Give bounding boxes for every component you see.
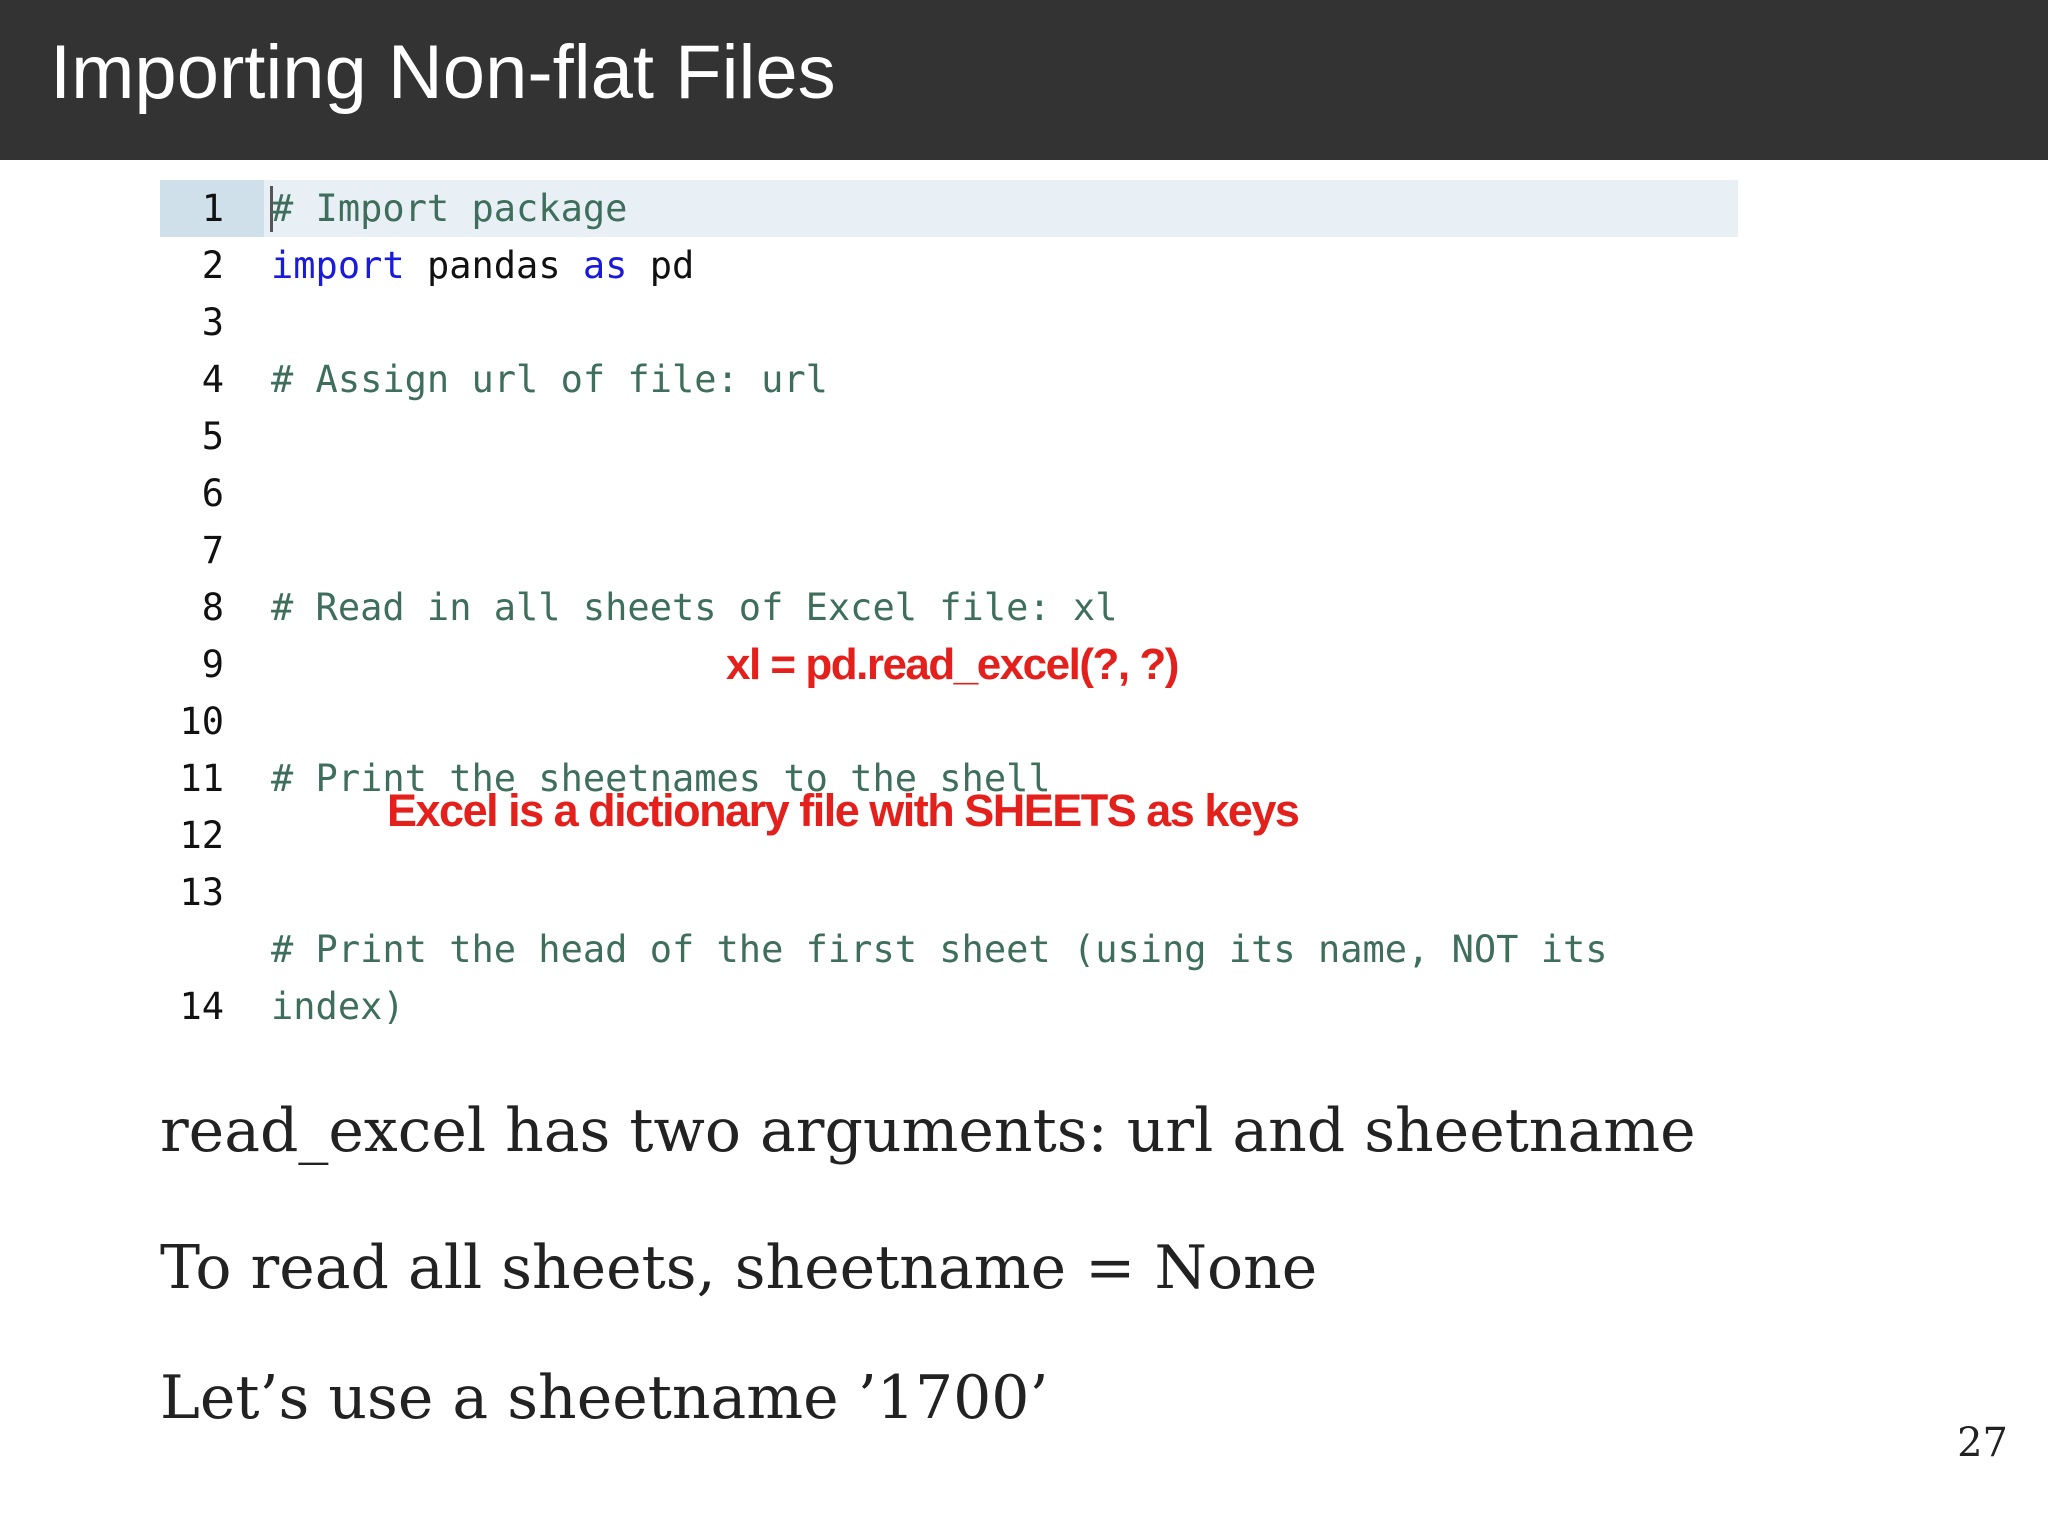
annotation-read-excel: xl = pd.read_excel(?, ?)	[726, 640, 1179, 689]
line-number: 1	[201, 187, 224, 230]
line-number: 6	[201, 472, 224, 515]
bullet-text: read_excel has two arguments: url and sh…	[160, 1096, 1696, 1166]
title-bar: Importing Non-flat Files	[0, 0, 2048, 160]
line-number: 11	[179, 757, 224, 800]
line-number: 9	[201, 643, 224, 686]
line-number: 14	[179, 985, 224, 1028]
line-number: 12	[179, 814, 224, 857]
line-number: 4	[201, 358, 224, 401]
line-number: 7	[201, 529, 224, 572]
code-line-comment-continued: index)	[271, 985, 405, 1028]
line-number: 13	[179, 871, 224, 914]
line-number: 3	[201, 301, 224, 344]
line-number: 2	[201, 244, 224, 287]
code-line-comment-read: # Read in all sheets of Excel file: xl	[271, 586, 1118, 629]
line-number: 5	[201, 415, 224, 458]
code-editor: 1 2 3 4 5 6 7 8 9 10 11 12 13 14 # Impor…	[160, 180, 1740, 1040]
bullet-text: Let’s use a sheetname ’1700’	[160, 1363, 1049, 1433]
annotation-dictionary: Excel is a dictionary file with SHEETS a…	[387, 785, 1300, 836]
page-number: 27	[1957, 1420, 2008, 1466]
code-line-comment-url: # Assign url of file: url	[271, 358, 828, 401]
code-line-comment-print-head: # Print the head of the first sheet (usi…	[271, 928, 1608, 971]
bullet-text: To read all sheets, sheetname = None	[160, 1233, 1318, 1303]
code-line-comment-import: # Import package	[271, 187, 628, 230]
code-line-import: import pandas as pd	[271, 237, 694, 294]
module-alias: pd	[649, 244, 695, 287]
slide-title: Importing Non-flat Files	[50, 30, 836, 115]
line-number: 10	[179, 700, 224, 743]
line-number: 8	[201, 586, 224, 629]
keyword-as: as	[582, 244, 628, 287]
module-name: pandas	[426, 244, 561, 287]
keyword-import: import	[271, 244, 405, 287]
